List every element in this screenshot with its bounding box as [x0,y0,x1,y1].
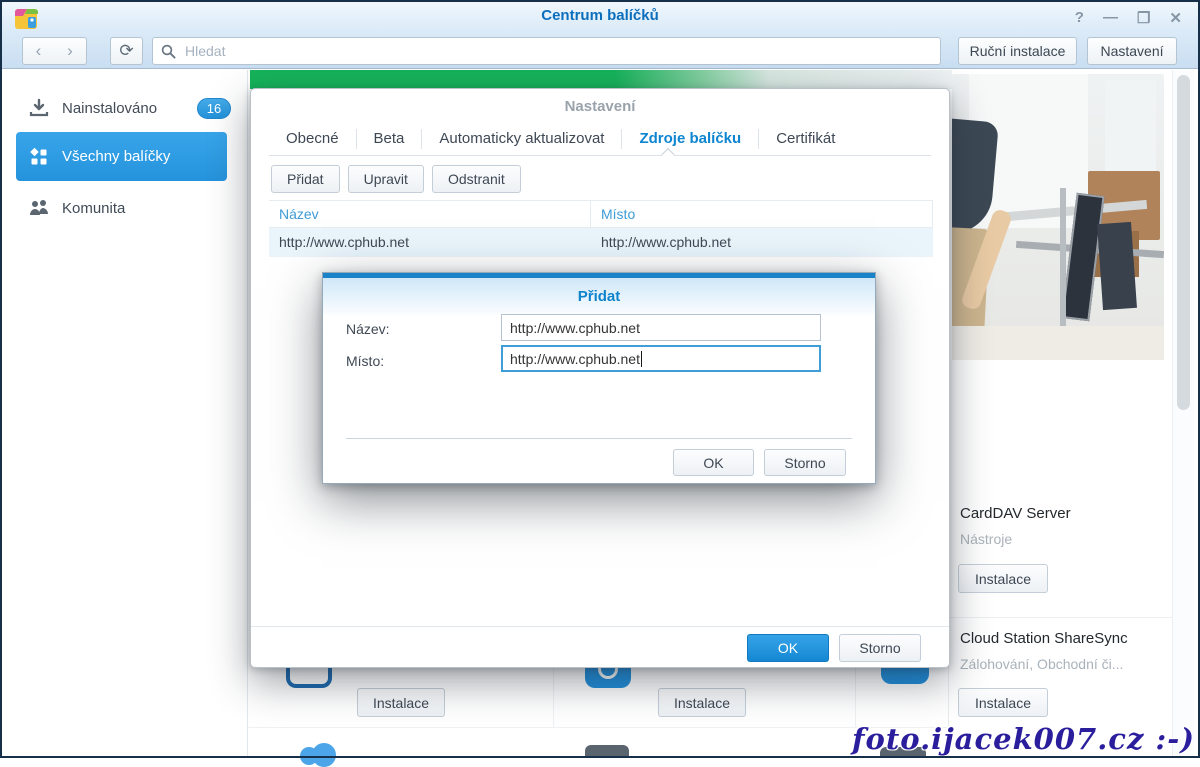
table-row[interactable]: http://www.cphub.net http://www.cphub.ne… [269,228,933,257]
search-box[interactable] [152,37,941,65]
text-caret [640,350,642,367]
tab-auto-update[interactable]: Automaticky aktualizovat [422,129,623,149]
settings-dialog-title: Nastavení [564,98,636,115]
grid-divider [553,668,554,727]
row-divider [248,727,948,728]
installed-count-badge: 16 [197,97,231,119]
minimize-icon[interactable]: — [1103,9,1118,27]
sidebar-item-installed[interactable]: Nainstalováno 16 [16,90,231,126]
banner-photo [952,74,1164,360]
back-button[interactable]: ‹ [22,37,55,65]
manual-install-button[interactable]: Ruční instalace [958,37,1077,65]
edit-source-button[interactable]: Upravit [347,165,424,193]
package-icon [585,668,631,688]
download-icon [29,98,49,118]
add-dialog: Přidat Název: Místo: http://www.cphub.ne… [322,272,876,484]
scrollbar-thumb[interactable] [1177,75,1190,410]
help-icon[interactable]: ? [1075,9,1084,27]
settings-tabs: Obecné Beta Automaticky aktualizovat Zdr… [269,123,852,155]
package-category: Nástroje [960,531,1013,547]
package-icon [300,743,346,767]
install-button[interactable]: Instalace [958,688,1048,717]
install-button[interactable]: Instalace [958,564,1048,593]
grid-divider [855,668,856,727]
search-input[interactable] [183,42,932,60]
promo-banner [250,70,952,89]
table-header: Název Místo [269,200,933,228]
settings-ok-button[interactable]: OK [747,634,829,662]
remove-source-button[interactable]: Odstranit [431,165,521,193]
search-icon [161,44,176,59]
tab-general[interactable]: Obecné [269,129,357,149]
location-field[interactable]: http://www.cphub.net [501,345,821,372]
package-icon [585,745,629,758]
sidebar-item-label: Všechny balíčky [62,148,171,165]
people-icon [29,198,49,218]
name-field-label: Název: [346,321,390,337]
chevron-left-icon: ‹ [35,41,42,60]
sidebar-item-all-packages[interactable]: Všechny balíčky [16,132,227,181]
cell-location: http://www.cphub.net [601,234,731,250]
refresh-icon: ⟳ [119,41,134,60]
package-name: Cloud Station ShareSync [960,630,1128,647]
add-ok-button[interactable]: OK [673,449,754,476]
settings-cancel-button[interactable]: Storno [839,634,921,662]
maximize-icon[interactable]: ❒ [1137,9,1150,27]
window-title: Centrum balíčků [541,7,659,24]
tab-beta[interactable]: Beta [357,129,423,149]
chevron-right-icon: › [67,41,73,60]
location-field-value: http://www.cphub.net [510,350,640,367]
column-header-name[interactable]: Název [269,201,591,227]
scrollbar [1172,70,1194,756]
add-dialog-divider [346,438,852,439]
refresh-button[interactable]: ⟳ [110,37,143,65]
tab-certificate[interactable]: Certifikát [759,129,852,149]
title-bar: Centrum balíčků ? — ❒ ✕ ‹ › ⟳ Ruční inst… [0,0,1200,69]
sidebar-item-community[interactable]: Komunita [16,190,231,226]
sidebar-item-label: Komunita [62,199,126,217]
sources-table: Název Místo http://www.cphub.net http://… [269,200,933,257]
forward-button[interactable]: › [54,37,87,65]
name-field[interactable] [501,314,821,341]
sidebar: Nainstalováno 16 Všechny balíčky Komunit… [2,70,248,756]
sidebar-item-label: Nainstalováno [62,99,158,117]
location-field-label: Místo: [346,353,385,369]
add-source-button[interactable]: Přidat [271,165,340,193]
package-icon [286,668,332,688]
settings-button[interactable]: Nastavení [1087,37,1177,65]
close-icon[interactable]: ✕ [1169,9,1182,27]
cell-name: http://www.cphub.net [279,234,409,250]
install-button[interactable]: Instalace [658,688,746,717]
add-dialog-title: Přidat [323,278,875,315]
package-category: Zálohování, Obchodní či... [960,656,1124,672]
grid-icon [29,147,49,167]
card-divider [949,617,1172,618]
tab-package-sources[interactable]: Zdroje balíčku [622,129,760,149]
package-name: CardDAV Server [960,505,1071,522]
watermark: foto.ijacek007.cz :-) [852,722,1195,756]
package-icon [881,668,929,684]
column-header-location[interactable]: Místo [591,201,932,227]
footer-divider [251,626,949,627]
tab-underline [269,155,931,156]
add-cancel-button[interactable]: Storno [764,449,846,476]
install-button[interactable]: Instalace [357,688,445,717]
